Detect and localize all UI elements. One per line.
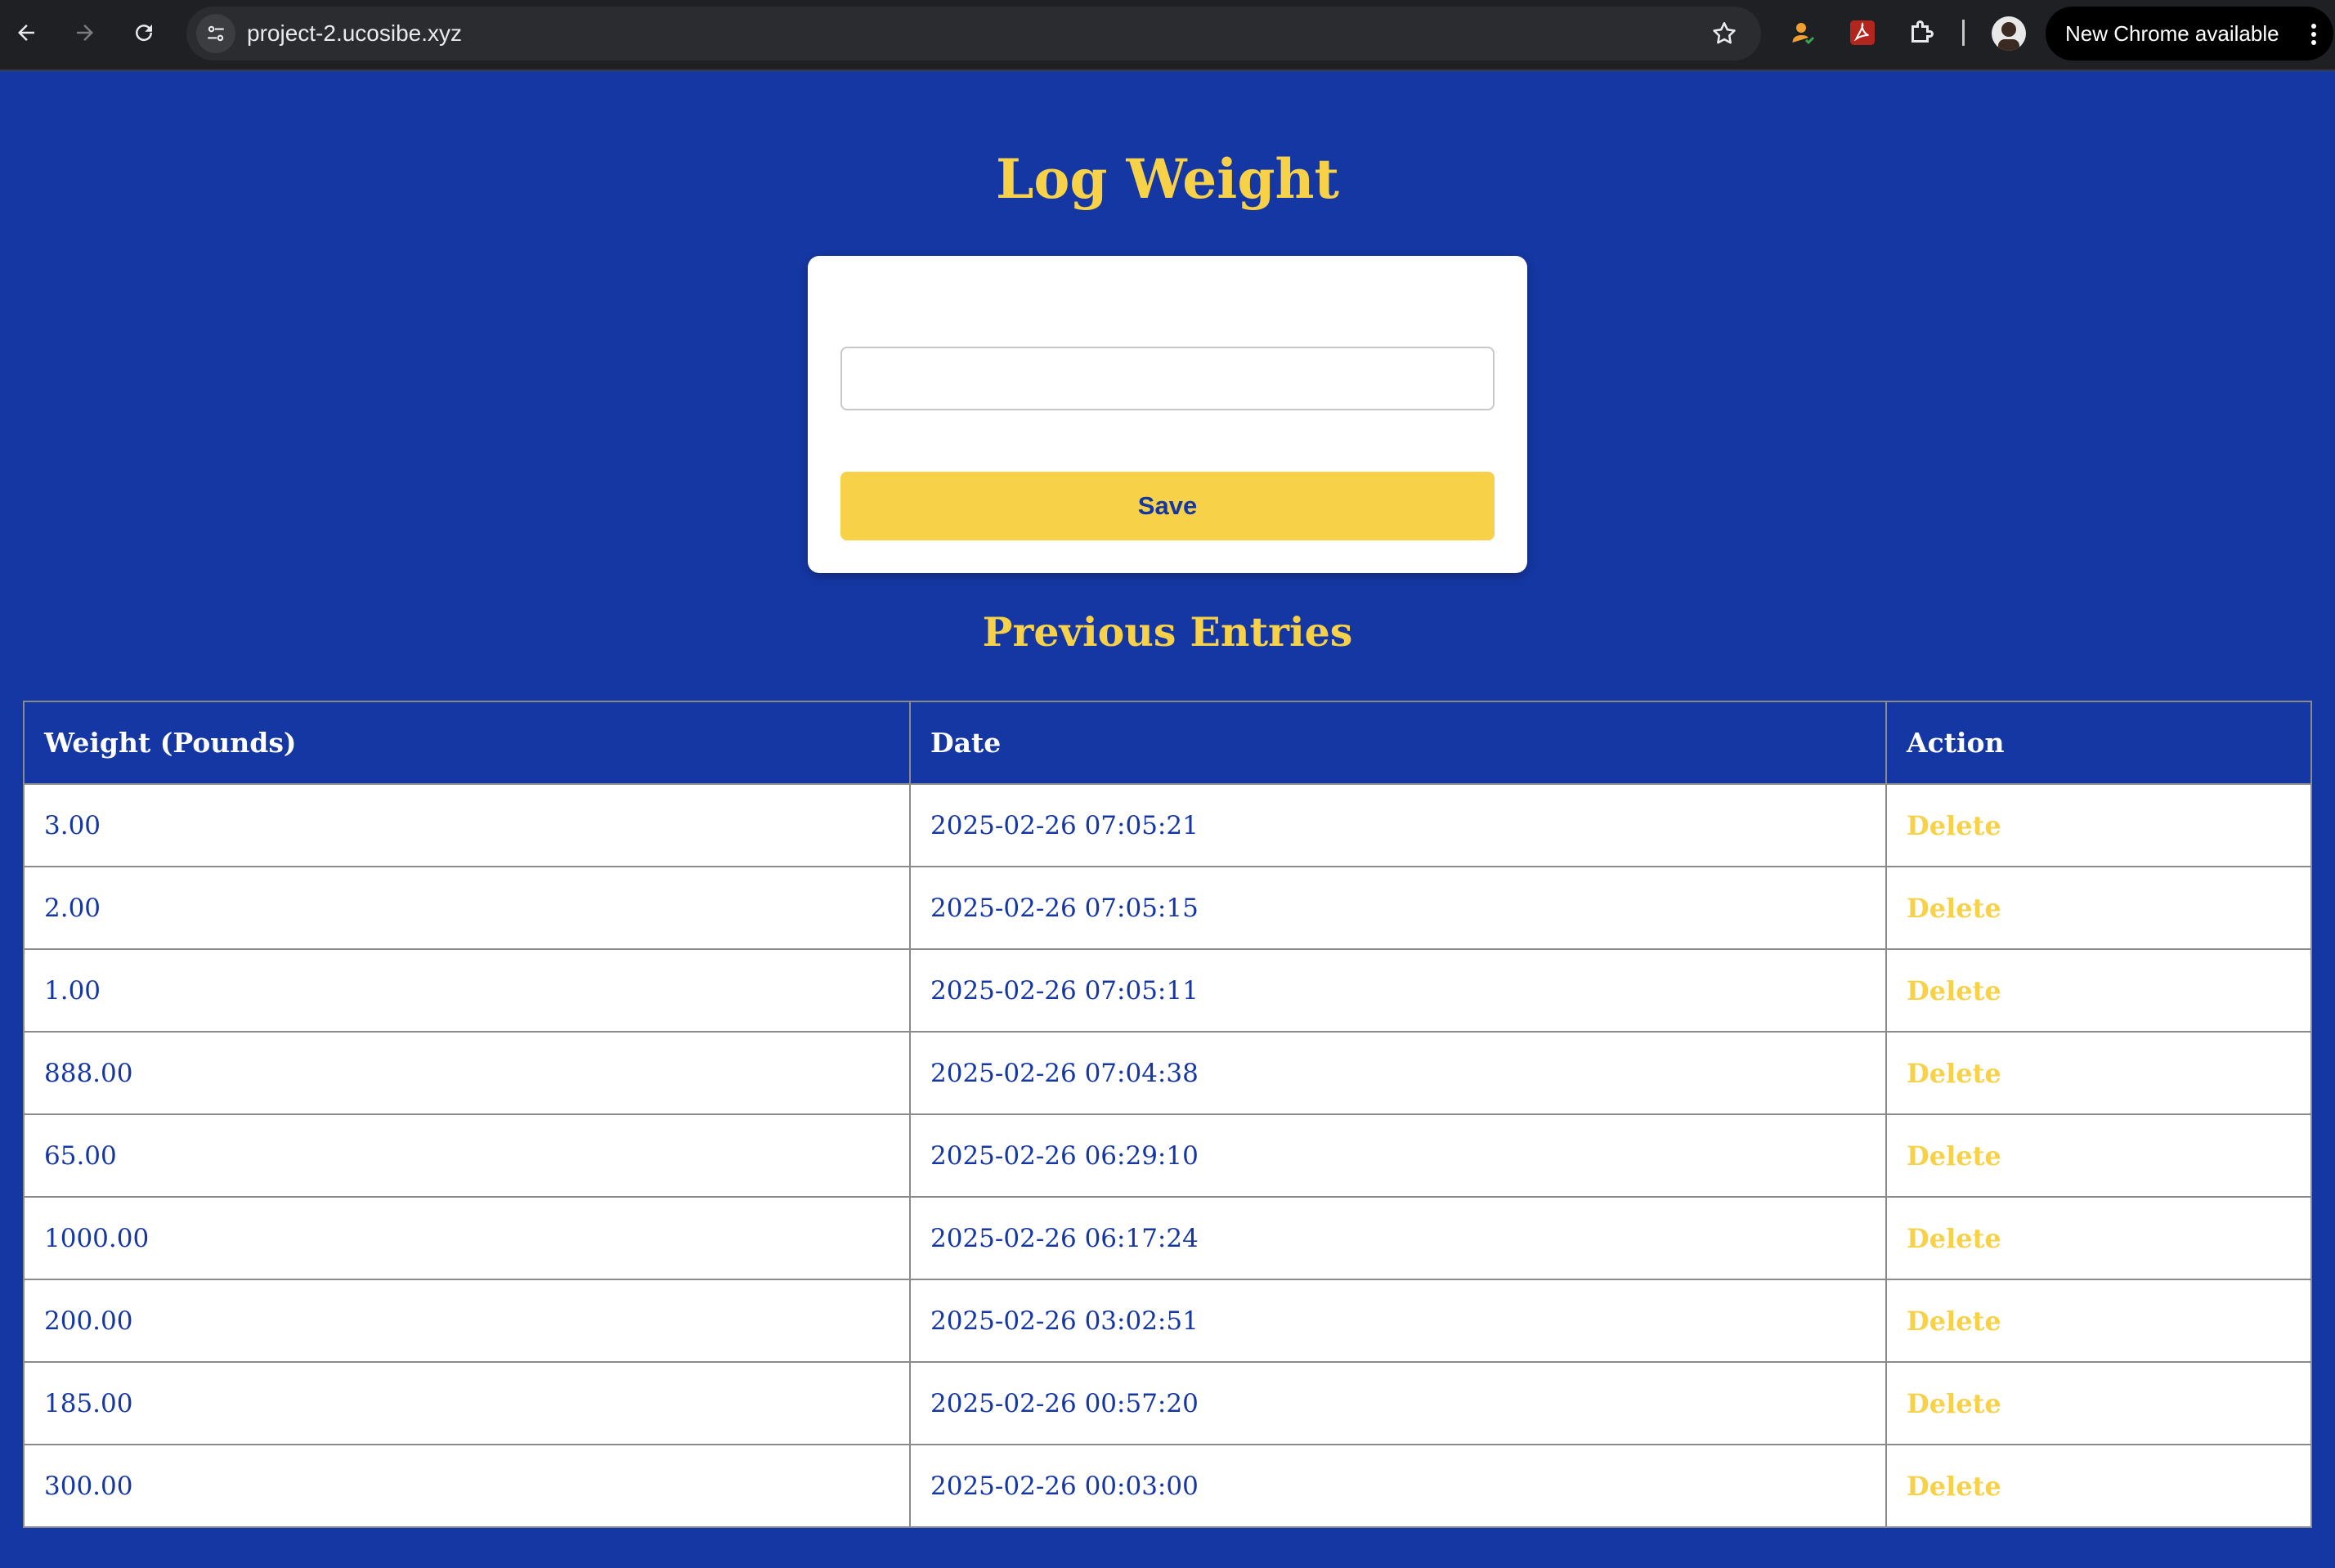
weight-cell: 1.00 <box>23 948 911 1033</box>
date-cell: 2025-02-26 00:57:20 <box>909 1361 1887 1445</box>
table-row: 200.00 2025-02-26 03:02:51 Delete <box>23 1279 2312 1363</box>
back-button[interactable] <box>8 15 44 51</box>
date-cell: 2025-02-26 00:03:00 <box>909 1444 1887 1528</box>
pdf-extension-icon[interactable] <box>1846 16 1879 49</box>
entries-table: Weight (Pounds) Date Action 3.00 2025-02… <box>23 701 2312 1528</box>
back-arrow-icon <box>18 25 34 41</box>
forward-button[interactable] <box>67 15 103 51</box>
date-cell: 2025-02-26 07:04:38 <box>909 1031 1887 1115</box>
table-row: 1.00 2025-02-26 07:05:11 Delete <box>23 948 2312 1033</box>
table-row: 185.00 2025-02-26 00:57:20 Delete <box>23 1361 2312 1445</box>
delete-link[interactable]: Delete <box>1907 1306 2001 1337</box>
person-check-extension-icon[interactable] <box>1787 16 1820 49</box>
new-chrome-available-button[interactable]: New Chrome available <box>2046 7 2333 60</box>
table-header-row: Weight (Pounds) Date Action <box>23 701 2312 785</box>
table-row: 1000.00 2025-02-26 06:17:24 Delete <box>23 1196 2312 1280</box>
browser-toolbar: project-2.ucosibe.xyz New Chrome availab… <box>0 0 2335 71</box>
forward-arrow-icon <box>77 25 93 41</box>
table-row: 888.00 2025-02-26 07:04:38 Delete <box>23 1031 2312 1115</box>
weight-cell: 2.00 <box>23 866 911 950</box>
table-row: 300.00 2025-02-26 00:03:00 Delete <box>23 1444 2312 1528</box>
delete-link[interactable]: Delete <box>1907 1471 2001 1502</box>
date-cell: 2025-02-26 07:05:11 <box>909 948 1887 1033</box>
column-header-action: Action <box>1885 701 2312 785</box>
delete-link[interactable]: Delete <box>1907 975 2001 1006</box>
weight-cell: 300.00 <box>23 1444 911 1528</box>
table-row: 65.00 2025-02-26 06:29:10 Delete <box>23 1113 2312 1198</box>
delete-link[interactable]: Delete <box>1907 1223 2001 1254</box>
weight-cell: 1000.00 <box>23 1196 911 1280</box>
weight-input[interactable] <box>840 347 1495 410</box>
log-weight-form: Save <box>808 256 1527 573</box>
profile-avatar[interactable] <box>1992 16 2026 51</box>
table-row: 2.00 2025-02-26 07:05:15 Delete <box>23 866 2312 950</box>
previous-entries-heading: Previous Entries <box>982 608 1353 656</box>
weight-cell: 185.00 <box>23 1361 911 1445</box>
delete-link[interactable]: Delete <box>1907 810 2001 841</box>
reload-button[interactable] <box>126 15 162 51</box>
date-cell: 2025-02-26 06:29:10 <box>909 1113 1887 1198</box>
date-cell: 2025-02-26 06:17:24 <box>909 1196 1887 1280</box>
date-cell: 2025-02-26 03:02:51 <box>909 1279 1887 1363</box>
page-title: Log Weight <box>996 147 1339 211</box>
delete-link[interactable]: Delete <box>1907 1388 2001 1419</box>
delete-link[interactable]: Delete <box>1907 1058 2001 1089</box>
site-info-icon[interactable] <box>196 14 235 53</box>
weight-cell: 65.00 <box>23 1113 911 1198</box>
address-bar[interactable]: project-2.ucosibe.xyz <box>186 7 1761 60</box>
reload-icon <box>136 25 153 42</box>
table-row: 3.00 2025-02-26 07:05:21 Delete <box>23 783 2312 867</box>
delete-link[interactable]: Delete <box>1907 1140 2001 1172</box>
bookmark-star-icon[interactable] <box>1710 20 1738 47</box>
weight-cell: 3.00 <box>23 783 911 867</box>
extensions-puzzle-icon[interactable] <box>1905 16 1938 49</box>
toolbar-divider <box>1962 20 1965 46</box>
weight-cell: 200.00 <box>23 1279 911 1363</box>
date-cell: 2025-02-26 07:05:21 <box>909 783 1887 867</box>
date-cell: 2025-02-26 07:05:15 <box>909 866 1887 950</box>
url-text[interactable]: project-2.ucosibe.xyz <box>247 7 462 60</box>
new-chrome-label: New Chrome available <box>2065 21 2279 46</box>
column-header-date: Date <box>909 701 1887 785</box>
save-button[interactable]: Save <box>840 472 1495 540</box>
column-header-weight: Weight (Pounds) <box>23 701 911 785</box>
weight-cell: 888.00 <box>23 1031 911 1115</box>
delete-link[interactable]: Delete <box>1907 893 2001 924</box>
kebab-menu-icon <box>2311 24 2316 45</box>
